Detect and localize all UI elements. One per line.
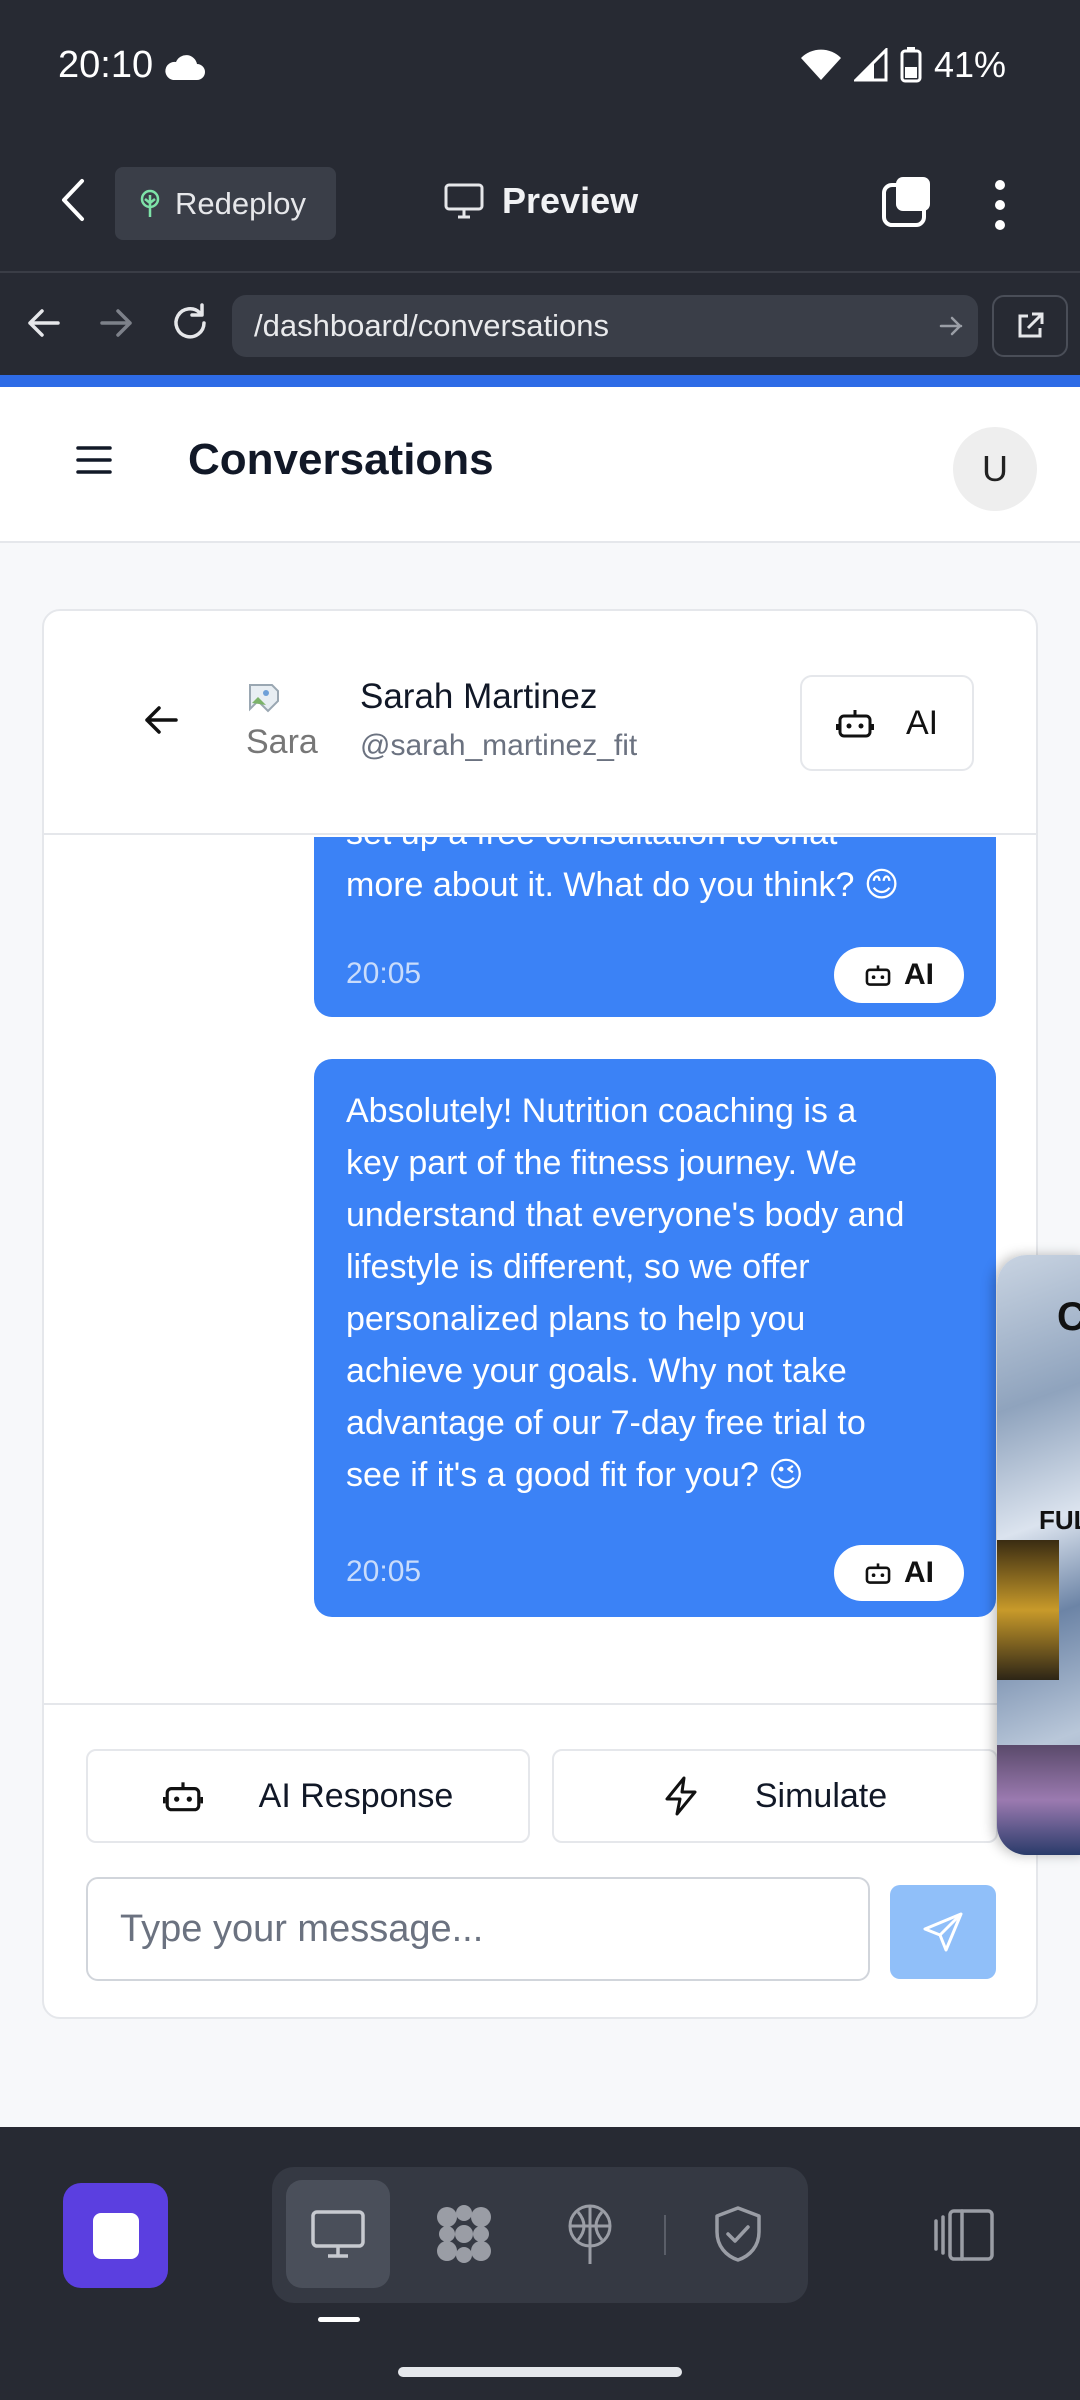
browser-forward-icon[interactable]	[96, 303, 136, 343]
ai-badge-label: AI	[904, 1556, 934, 1589]
avatar-alt-text: Sara	[246, 723, 318, 759]
monitor-icon	[444, 183, 484, 219]
bottom-navigation	[0, 2127, 1080, 2400]
page-title: Conversations	[188, 435, 494, 484]
url-field[interactable]: /dashboard/conversations	[232, 295, 978, 357]
message-input[interactable]: Type your message...	[86, 1877, 870, 1981]
tabs-icon[interactable]	[880, 175, 934, 229]
security-view-button[interactable]	[686, 2180, 790, 2288]
ai-badge: AI	[834, 947, 964, 1003]
cloud-icon	[165, 55, 205, 80]
ai-response-button[interactable]: AI Response	[86, 1749, 530, 1843]
contact-name: Sarah Martinez	[360, 677, 598, 716]
gesture-bar	[398, 2367, 682, 2377]
page-load-progress	[0, 375, 1080, 387]
side-panel-icon[interactable]	[932, 2207, 996, 2263]
status-time: 20:10	[58, 44, 154, 86]
broken-image-icon	[249, 684, 279, 713]
ai-mode-button[interactable]: AI	[800, 675, 974, 771]
back-arrow-icon[interactable]	[142, 703, 180, 737]
square-icon	[92, 2212, 139, 2259]
bot-icon	[865, 965, 891, 986]
view-switcher	[272, 2167, 808, 2303]
simulate-button[interactable]: Simulate	[552, 1749, 998, 1843]
url-text: /dashboard/conversations	[254, 308, 610, 343]
battery-percent: 41%	[933, 44, 1006, 85]
message-bubble: set up a free consultation to chat more …	[314, 837, 996, 1017]
status-icons: 41%	[800, 44, 1006, 86]
more-options-icon[interactable]	[985, 177, 1015, 233]
reload-icon[interactable]	[168, 301, 212, 345]
media-thumbnail	[997, 1745, 1080, 1855]
web-page: Conversations U Sara Sarah Martinez @sar…	[0, 387, 1080, 2127]
sprout-icon	[140, 189, 160, 217]
divider	[664, 2215, 666, 2255]
open-external-button[interactable]	[992, 295, 1068, 357]
redeploy-button[interactable]: Redeploy	[115, 167, 336, 240]
browser-back-icon[interactable]	[24, 303, 64, 343]
message-text: set up a free consultation to chat more …	[346, 837, 900, 904]
active-indicator	[318, 2317, 360, 2322]
ai-response-label: AI Response	[258, 1776, 454, 1815]
preview-toggle[interactable]: Preview	[444, 180, 638, 222]
app-toolbar: Redeploy Preview	[0, 135, 1080, 270]
message-text: Absolutely! Nutrition coaching is a key …	[346, 1092, 905, 1494]
back-chevron-icon[interactable]	[54, 175, 94, 225]
battery-icon	[900, 47, 922, 83]
floating-media-bubble[interactable]: C FUL	[997, 1255, 1080, 1855]
media-caption: FUL	[1039, 1505, 1080, 1535]
signal-icon	[853, 48, 888, 82]
message-time: 20:05	[346, 957, 422, 990]
media-thumbnail	[997, 1540, 1059, 1680]
ai-badge-label: AI	[904, 958, 934, 991]
wifi-icon	[800, 49, 841, 80]
status-bar: 20:10 41%	[0, 0, 1080, 135]
composer: AI Response Simulate Type your message..…	[44, 1703, 1036, 2017]
network-view-button[interactable]	[538, 2180, 642, 2288]
message-time: 20:05	[346, 1555, 422, 1588]
preview-label: Preview	[502, 180, 639, 221]
conversation-header: Sara Sarah Martinez @sarah_martinez_fit …	[44, 611, 1036, 835]
media-logo-letter: C	[1057, 1295, 1080, 1339]
app-home-button[interactable]	[63, 2183, 168, 2288]
simulate-label: Simulate	[754, 1776, 888, 1815]
bot-icon	[835, 710, 874, 738]
lightning-icon	[665, 1776, 697, 1816]
ai-mode-label: AI	[905, 703, 939, 742]
antenna-globe-icon	[568, 2204, 612, 2264]
go-arrow-icon[interactable]	[938, 313, 964, 339]
browser-bar: /dashboard/conversations	[0, 271, 1080, 377]
menu-icon[interactable]	[76, 445, 112, 475]
bot-icon	[162, 1782, 203, 1812]
app-header: Conversations U	[0, 387, 1080, 543]
desktop-view-button[interactable]	[286, 2180, 390, 2288]
monitor-icon	[311, 2210, 365, 2258]
message-bubble: Absolutely! Nutrition coaching is a key …	[314, 1059, 996, 1617]
send-icon	[923, 1912, 963, 1952]
external-link-icon	[1018, 312, 1044, 338]
contact-avatar: Sara	[242, 681, 320, 759]
grid-blob-icon	[437, 2205, 491, 2263]
shield-check-icon	[715, 2206, 761, 2262]
contact-handle: @sarah_martinez_fit	[360, 729, 638, 762]
user-avatar[interactable]: U	[953, 427, 1037, 511]
bot-icon	[865, 1563, 891, 1584]
modules-view-button[interactable]	[412, 2180, 516, 2288]
ai-badge: AI	[834, 1545, 964, 1601]
redeploy-label: Redeploy	[175, 185, 306, 221]
send-button[interactable]	[890, 1885, 996, 1979]
conversation-card: Sara Sarah Martinez @sarah_martinez_fit …	[42, 609, 1038, 2019]
